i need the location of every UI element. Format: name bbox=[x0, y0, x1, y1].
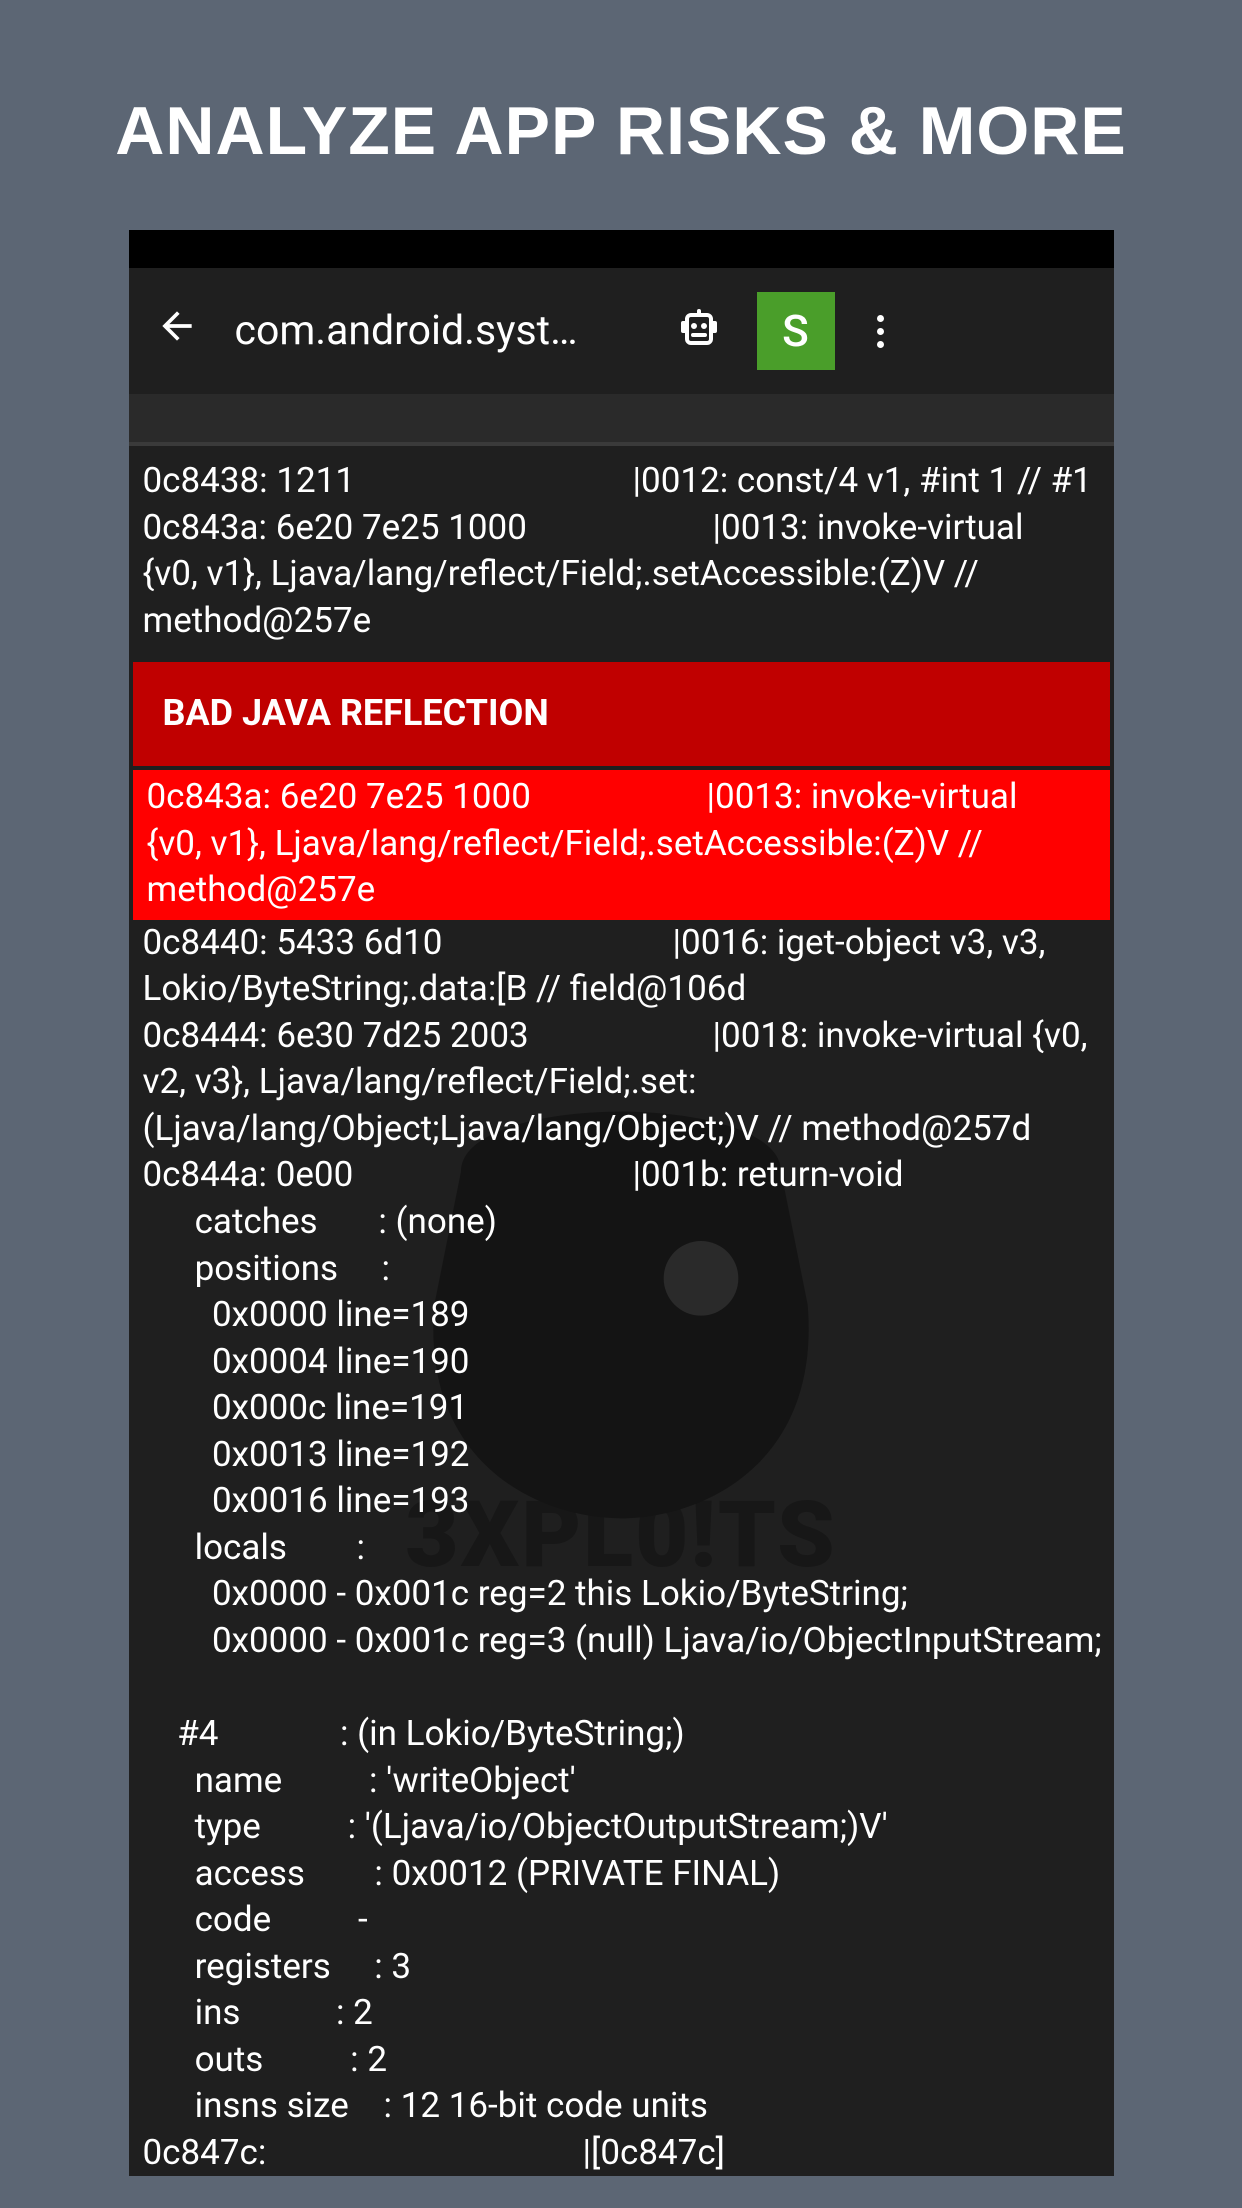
disassembly-listing: 0c8438: 1211|0012: const/4 v1, #int 1 //… bbox=[129, 458, 1114, 2176]
code-line: 0c8444: 6e30 7d25 2003|0018: invoke-virt… bbox=[129, 1013, 1114, 1060]
alert-heading: BAD JAVA REFLECTION bbox=[133, 662, 1110, 766]
code-line: 0x0016 line=193 bbox=[129, 1478, 1114, 1525]
code-line: insns size : 12 16-bit code units bbox=[129, 2083, 1114, 2130]
code-line: 0x0000 - 0x001c reg=3 (null) Ljava/io/Ob… bbox=[129, 1618, 1114, 1665]
toolbar-spacer bbox=[129, 394, 1114, 442]
code-line: 0x0013 line=192 bbox=[129, 1432, 1114, 1479]
code-line: locals : bbox=[129, 1525, 1114, 1572]
status-bar bbox=[129, 230, 1114, 268]
code-line: name : 'writeObject' bbox=[129, 1758, 1114, 1805]
code-line: ins : 2 bbox=[129, 1990, 1114, 2037]
code-line: #4 : (in Lokio/ByteString;) bbox=[129, 1711, 1114, 1758]
code-line: catches : (none) bbox=[129, 1199, 1114, 1246]
code-line: type : '(Ljava/io/ObjectOutputStream;)V' bbox=[129, 1804, 1114, 1851]
code-line: 0x0004 line=190 bbox=[129, 1339, 1114, 1386]
code-line: 0x000c line=191 bbox=[129, 1385, 1114, 1432]
code-line: 0x0000 line=189 bbox=[129, 1292, 1114, 1339]
code-line: {v0, v1}, Ljava/lang/reflect/Field;.setA… bbox=[129, 551, 1114, 644]
code-line: registers : 3 bbox=[129, 1944, 1114, 1991]
hero-title: ANALYZE APP RISKS & MORE bbox=[0, 0, 1242, 230]
app-bar-title: com.android.syst… bbox=[235, 307, 675, 355]
alert-body: 0c843a: 6e20 7e25 1000|0013: invoke-virt… bbox=[133, 770, 1110, 920]
code-line bbox=[129, 1664, 1114, 1711]
phone-frame: com.android.syst… S 3XPL0!TS 0c bbox=[129, 230, 1114, 2176]
code-line: 0c847c:|[0c847c] bbox=[129, 2130, 1114, 2177]
code-line: code - bbox=[129, 1897, 1114, 1944]
code-area[interactable]: 3XPL0!TS 0c8438: 1211|0012: const/4 v1, … bbox=[129, 446, 1114, 2176]
more-vert-icon[interactable] bbox=[869, 315, 892, 348]
code-line: outs : 2 bbox=[129, 2037, 1114, 2084]
code-line: 0c844a: 0e00|001b: return-void bbox=[129, 1152, 1114, 1199]
code-line: 0c8440: 5433 6d10|0016: iget-object v3, … bbox=[129, 920, 1114, 967]
status-badge[interactable]: S bbox=[757, 292, 835, 370]
code-line: 0c8438: 1211|0012: const/4 v1, #int 1 //… bbox=[129, 458, 1114, 505]
code-line: positions : bbox=[129, 1246, 1114, 1293]
code-line: 0c843a: 6e20 7e25 1000|0013: invoke-virt… bbox=[129, 505, 1114, 552]
code-line: 0x0000 - 0x001c reg=2 this Lokio/ByteStr… bbox=[129, 1571, 1114, 1618]
back-icon[interactable] bbox=[147, 304, 207, 359]
code-line: Lokio/ByteString;.data:[B // field@106d bbox=[129, 966, 1114, 1013]
code-line: access : 0x0012 (PRIVATE FINAL) bbox=[129, 1851, 1114, 1898]
app-bar: com.android.syst… S bbox=[129, 268, 1114, 394]
code-line: v2, v3}, Ljava/lang/reflect/Field;.set:(… bbox=[129, 1059, 1114, 1152]
robot-icon[interactable] bbox=[675, 305, 723, 357]
